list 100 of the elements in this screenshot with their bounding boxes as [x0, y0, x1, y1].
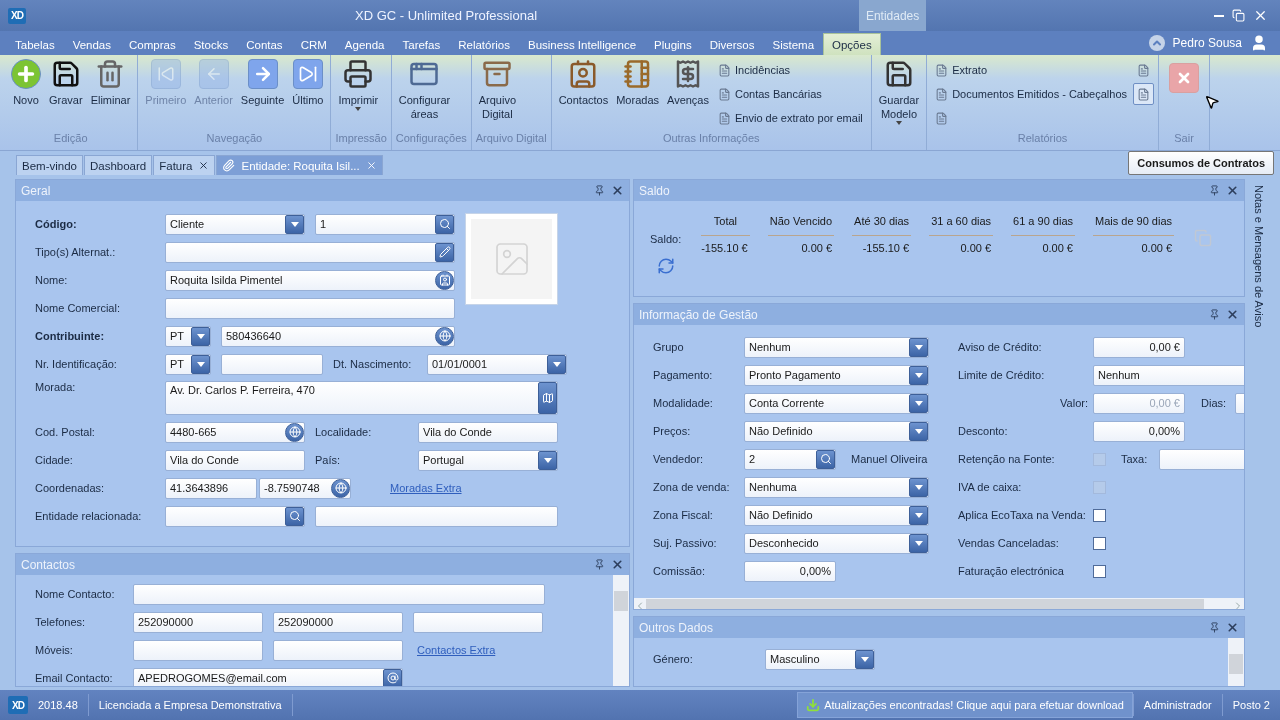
- ribbon-button[interactable]: Guardar Modelo: [875, 59, 923, 125]
- input-field[interactable]: [273, 639, 403, 661]
- input-field[interactable]: 0,00%: [1093, 420, 1185, 442]
- document-tab[interactable]: Bem-vindo: [16, 155, 83, 175]
- pin-button[interactable]: [1209, 185, 1220, 196]
- dropdown-button[interactable]: [909, 421, 928, 441]
- dropdown-button[interactable]: [538, 450, 557, 470]
- ribbon-button[interactable]: Último: [289, 59, 327, 107]
- email-button[interactable]: [383, 668, 402, 686]
- map-button[interactable]: [538, 382, 557, 414]
- document-tab[interactable]: Dashboard: [83, 155, 153, 175]
- close-button[interactable]: [1226, 308, 1239, 321]
- checkbox[interactable]: [1093, 508, 1106, 522]
- ribbon-button[interactable]: Avenças: [664, 59, 712, 107]
- menu-tab[interactable]: Sistema: [763, 33, 824, 55]
- input-field[interactable]: 2: [744, 448, 836, 470]
- ribbon-item[interactable]: Contas Bancárias: [714, 83, 867, 105]
- contactos-extra-link[interactable]: Contactos Extra: [417, 644, 496, 656]
- text-area[interactable]: Av. Dr. Carlos P. Ferreira, 470: [165, 381, 558, 415]
- pin-button[interactable]: [1209, 622, 1220, 633]
- input-field[interactable]: 0,00 €: [1093, 336, 1185, 358]
- input-field[interactable]: 252090000: [133, 611, 263, 633]
- ribbon-item[interactable]: Incidências: [714, 59, 867, 81]
- input-field[interactable]: [315, 505, 558, 527]
- pin-button[interactable]: [1209, 309, 1220, 320]
- input-field[interactable]: 252090000: [273, 611, 403, 633]
- input-field[interactable]: Vila do Conde: [418, 421, 558, 443]
- document-tab[interactable]: Fatura: [153, 155, 216, 175]
- close-button[interactable]: [1226, 184, 1239, 197]
- combo-box[interactable]: Não Definido: [744, 504, 929, 526]
- ribbon-item[interactable]: Documentos Emitidos - Cabeçalhos: [931, 83, 1131, 105]
- input-field[interactable]: 41.3643896: [165, 477, 257, 499]
- combo-box[interactable]: Nenhum: [744, 336, 929, 358]
- combo-box[interactable]: Pronto Pagamento: [744, 364, 929, 386]
- side-panel-tab[interactable]: Notas e Mensagens de Aviso: [1253, 185, 1265, 328]
- combo-box[interactable]: Desconhecido: [744, 532, 929, 554]
- ribbon-item[interactable]: Extrato: [931, 59, 1131, 81]
- dropdown-button[interactable]: [191, 354, 210, 374]
- edit-button[interactable]: [435, 242, 454, 262]
- ribbon-button[interactable]: Gravar: [46, 59, 86, 107]
- input-field[interactable]: [1159, 448, 1244, 470]
- moradas-extra-link[interactable]: Moradas Extra: [390, 482, 462, 494]
- menu-tab[interactable]: Diversos: [700, 33, 764, 55]
- input-field[interactable]: [221, 353, 323, 375]
- input-field[interactable]: [165, 505, 305, 527]
- menu-tab[interactable]: Business Intelligence: [519, 33, 646, 55]
- ribbon-button[interactable]: Seguinte: [237, 59, 288, 107]
- input-field[interactable]: [165, 241, 455, 263]
- dropdown-button[interactable]: [285, 214, 304, 234]
- menu-tab[interactable]: Tabelas: [6, 33, 64, 55]
- ribbon-button[interactable]: Imprimir: [335, 59, 382, 111]
- dropdown-button[interactable]: [909, 393, 928, 413]
- checkbox[interactable]: [1093, 564, 1106, 578]
- menu-tab[interactable]: CRM: [291, 33, 336, 55]
- menu-tab[interactable]: Compras: [120, 33, 185, 55]
- contact-card-button[interactable]: [435, 270, 454, 290]
- globe-button[interactable]: [331, 478, 350, 498]
- report-button[interactable]: [1133, 83, 1154, 105]
- ribbon-button[interactable]: Contactos: [555, 59, 612, 107]
- close-button[interactable]: [611, 558, 624, 571]
- globe-button[interactable]: [285, 422, 304, 442]
- input-field[interactable]: [133, 639, 263, 661]
- input-field[interactable]: Nenhum: [1093, 364, 1244, 386]
- input-field[interactable]: Roquita Isilda Pimentel: [165, 269, 455, 291]
- input-field[interactable]: APEDROGOMES@email.com: [133, 667, 403, 686]
- menu-tab[interactable]: Opções: [823, 33, 881, 55]
- country-combo[interactable]: PT: [165, 325, 211, 347]
- pin-button[interactable]: [594, 185, 605, 196]
- combo-box[interactable]: Conta Corrente: [744, 392, 929, 414]
- menu-tab[interactable]: Contas: [237, 33, 292, 55]
- menu-tab[interactable]: Agenda: [335, 33, 394, 55]
- combo-box[interactable]: Não Definido: [744, 420, 929, 442]
- dropdown-button[interactable]: [909, 533, 928, 553]
- ribbon-button[interactable]: Configurar áreas: [395, 59, 454, 121]
- input-field[interactable]: 0,00%: [744, 560, 836, 582]
- scrollbar-thumb[interactable]: [614, 591, 628, 611]
- type-combo[interactable]: Cliente: [165, 213, 305, 235]
- input-field[interactable]: Vila do Conde: [165, 449, 305, 471]
- date-picker[interactable]: 01/01/0001: [427, 353, 567, 375]
- close-button[interactable]: [611, 184, 624, 197]
- input-field[interactable]: 4480-665: [165, 421, 305, 443]
- ribbon-button[interactable]: Moradas: [613, 59, 662, 107]
- pin-button[interactable]: [594, 559, 605, 570]
- search-button[interactable]: [285, 506, 304, 526]
- menu-tab[interactable]: Tarefas: [393, 33, 450, 55]
- search-button[interactable]: [816, 449, 835, 469]
- close-button[interactable]: [1226, 621, 1239, 634]
- input-field[interactable]: [165, 297, 455, 319]
- input-field[interactable]: [133, 583, 545, 605]
- scrollbar-thumb[interactable]: [1229, 654, 1243, 674]
- ribbon-item[interactable]: Envio de extrato por email: [714, 107, 867, 129]
- input-field[interactable]: 1: [315, 213, 455, 235]
- input-field[interactable]: [413, 611, 543, 633]
- country-combo[interactable]: PT: [165, 353, 211, 375]
- scrollbar-thumb[interactable]: [646, 599, 1204, 609]
- search-button[interactable]: [435, 214, 454, 234]
- dropdown-button[interactable]: [909, 337, 928, 357]
- ribbon-button[interactable]: Novo: [8, 59, 44, 107]
- dropdown-button[interactable]: [855, 649, 874, 669]
- input-field[interactable]: 580436640: [221, 325, 455, 347]
